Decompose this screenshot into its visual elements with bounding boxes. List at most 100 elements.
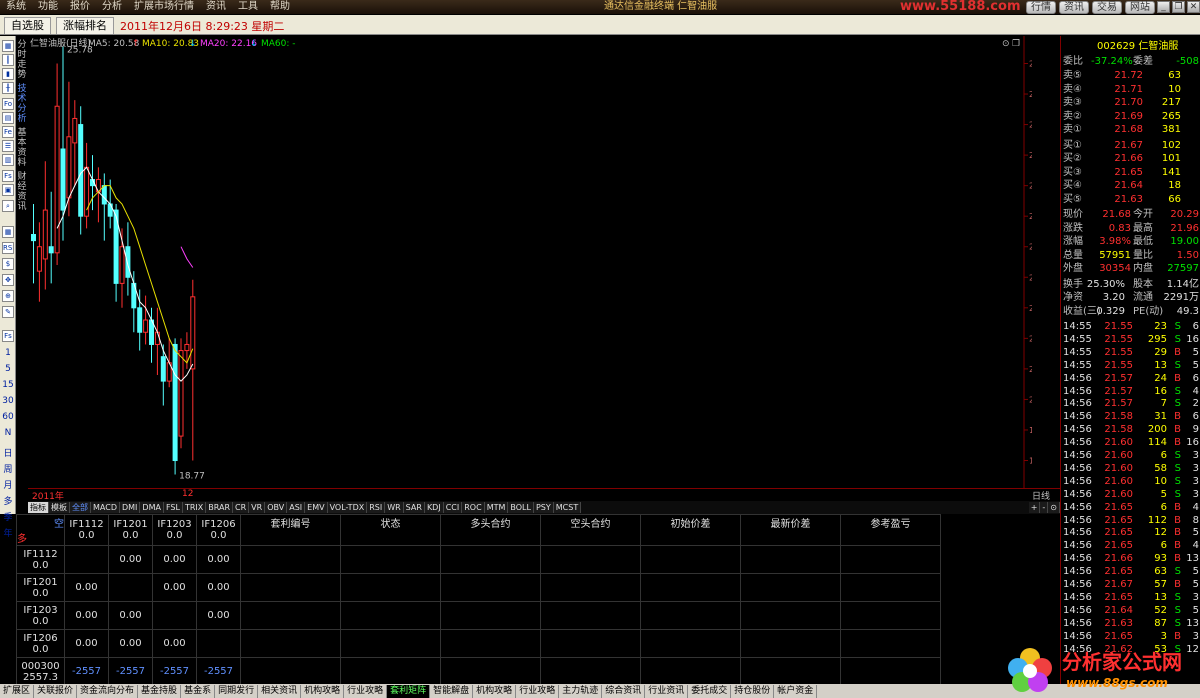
menu-system[interactable]: 系统 — [0, 0, 32, 14]
indicator-tab[interactable]: 模板 — [49, 502, 70, 513]
bottom-tab[interactable]: 行业攻略 — [516, 684, 560, 698]
indicator-tab[interactable]: OBV — [265, 502, 288, 513]
period-day[interactable]: 日 — [0, 446, 16, 459]
bottom-tab[interactable]: 机构攻略 — [301, 684, 345, 698]
indicator-tab[interactable]: MCST — [553, 502, 582, 513]
indicator-tab[interactable]: BOLL — [508, 502, 534, 513]
tab-finance-news[interactable]: 财经资讯 — [16, 172, 28, 212]
indicator-tab[interactable]: KDJ — [424, 502, 444, 513]
period-5min[interactable]: 5 — [0, 364, 16, 374]
bottom-tab[interactable]: 智能解盘 — [430, 684, 474, 698]
fo-icon[interactable]: Fo — [2, 98, 14, 110]
indicator-tab[interactable]: TRIX — [182, 502, 207, 513]
bottom-tab[interactable]: 综合资讯 — [602, 684, 646, 698]
bottom-tab[interactable]: 相关资讯 — [258, 684, 302, 698]
pencil-icon[interactable]: ✎ — [2, 306, 14, 318]
bottom-tab[interactable]: 套利矩阵 — [387, 684, 431, 698]
indicator-tab[interactable]: DMI — [119, 502, 141, 513]
period-60min[interactable]: 60 — [0, 412, 16, 422]
tab-time-sharing[interactable]: 分时走势 — [16, 40, 28, 80]
menu-function[interactable]: 功能 — [32, 0, 64, 14]
menu-tools[interactable]: 工具 — [232, 0, 264, 14]
bottom-tab[interactable]: 关联报价 — [34, 684, 78, 698]
restore-icon[interactable]: ❐ — [1172, 1, 1185, 13]
indicator-tab[interactable]: MACD — [91, 502, 120, 513]
website-button[interactable]: 网站 — [1125, 0, 1155, 14]
fs-icon[interactable]: Fs — [2, 170, 14, 182]
table-icon[interactable]: ▥ — [2, 154, 14, 166]
bottom-tab[interactable]: 主力轨迹 — [559, 684, 603, 698]
indicator-tab[interactable]: ROC — [462, 502, 485, 513]
fs2-icon[interactable]: Fs — [2, 330, 14, 342]
bottom-tab[interactable]: 行业资讯 — [645, 684, 689, 698]
menu-quote[interactable]: 报价 — [64, 0, 96, 14]
bottom-tab[interactable]: 同期发行 — [215, 684, 259, 698]
chart-settings-icon[interactable]: ⊙ — [1002, 39, 1010, 49]
tab-technical-analysis[interactable]: 技术分析 — [16, 84, 28, 124]
menu-news[interactable]: 资讯 — [200, 0, 232, 14]
indicator-tab[interactable]: 指标 — [28, 502, 49, 513]
move-icon[interactable]: ✥ — [2, 274, 14, 286]
tab-fundamentals[interactable]: 基本资料 — [16, 128, 28, 168]
chart-icon[interactable]: ▦ — [2, 226, 14, 238]
options-icon[interactable]: ⊙ — [1048, 502, 1060, 513]
menu-help[interactable]: 帮助 — [264, 0, 296, 14]
bottom-tab[interactable]: 基金持股 — [138, 684, 182, 698]
bottom-tab[interactable]: 持仓股份 — [731, 684, 775, 698]
search-icon[interactable]: ⌕ — [2, 200, 14, 212]
period-week[interactable]: 周 — [0, 462, 16, 475]
menu-analysis[interactable]: 分析 — [96, 0, 128, 14]
fe-icon[interactable]: Fe — [2, 126, 14, 138]
rsi-icon[interactable]: RSI — [2, 242, 14, 254]
period-30min[interactable]: 30 — [0, 396, 16, 406]
indicator-tab[interactable]: VOL-TDX — [327, 502, 368, 513]
period-month[interactable]: 月 — [0, 478, 16, 491]
indicator-tab[interactable]: EMV — [305, 502, 328, 513]
bottom-tab[interactable]: 扩展区 — [0, 684, 35, 698]
kline-icon[interactable]: ┃ — [2, 54, 14, 66]
period-quarter[interactable]: 季 — [0, 510, 16, 523]
minimize-icon[interactable]: _ — [1157, 1, 1170, 13]
chart-restore-icon[interactable]: ❐ — [1012, 39, 1020, 49]
bottom-tab[interactable]: 基金系 — [181, 684, 216, 698]
tab-watchlist[interactable]: 自选股 — [4, 17, 51, 34]
zoom-icon[interactable]: ⊕ — [2, 290, 14, 302]
period-year[interactable]: 年 — [0, 526, 16, 539]
tab-gain-rank[interactable]: 涨幅排名 — [56, 17, 114, 34]
list-icon[interactable]: ☰ — [2, 140, 14, 152]
calendar-icon[interactable]: ▣ — [2, 184, 14, 196]
money-icon[interactable]: $ — [2, 258, 14, 270]
indicator-tab[interactable]: WR — [385, 502, 404, 513]
bottom-tab[interactable]: 委托成交 — [688, 684, 732, 698]
indicator-tab[interactable]: CR — [233, 502, 250, 513]
bottom-tab[interactable]: 机构攻略 — [473, 684, 517, 698]
zoom-in-icon[interactable]: + — [1028, 502, 1041, 513]
quote-button[interactable]: 行情 — [1026, 0, 1056, 14]
indicator-tab[interactable]: CCI — [443, 502, 463, 513]
trade-button[interactable]: 交易 — [1092, 0, 1122, 14]
bottom-tab[interactable]: 帐户资金 — [774, 684, 818, 698]
indicator-tab[interactable]: PSY — [533, 502, 554, 513]
chart-line-icon[interactable]: ▦ — [2, 40, 14, 52]
indicator-tab[interactable]: ASI — [287, 502, 306, 513]
menu-extended-market[interactable]: 扩展市场行情 — [128, 0, 200, 14]
candle-icon[interactable]: ╫ — [2, 82, 14, 94]
period-1min[interactable]: 1 — [0, 348, 16, 358]
bar-chart-icon[interactable]: ▮ — [2, 68, 14, 80]
indicator-tab[interactable]: RSI — [367, 502, 386, 513]
bottom-tab[interactable]: 资金流向分布 — [77, 684, 139, 698]
period-15min[interactable]: 15 — [0, 380, 16, 390]
zoom-out-icon[interactable]: - — [1040, 502, 1049, 513]
period-n[interactable]: N — [0, 428, 16, 438]
indicator-tab[interactable]: BRAR — [206, 502, 234, 513]
indicator-tab[interactable]: SAR — [403, 502, 425, 513]
indicator-tab[interactable]: 全部 — [70, 502, 91, 513]
grid-icon[interactable]: ▤ — [2, 112, 14, 124]
kline-chart[interactable]: 25.50 25.00 24.50 24.00 23.50 23.00 22.50 22.00… — [28, 36, 1032, 488]
indicator-tab[interactable]: DMA — [140, 502, 164, 513]
indicator-tab[interactable]: VR — [249, 502, 266, 513]
indicator-tab[interactable]: MTM — [484, 502, 509, 513]
indicator-tab[interactable]: FSL — [163, 502, 183, 513]
bottom-tab[interactable]: 行业攻略 — [344, 684, 388, 698]
period-multi[interactable]: 多 — [0, 494, 16, 507]
